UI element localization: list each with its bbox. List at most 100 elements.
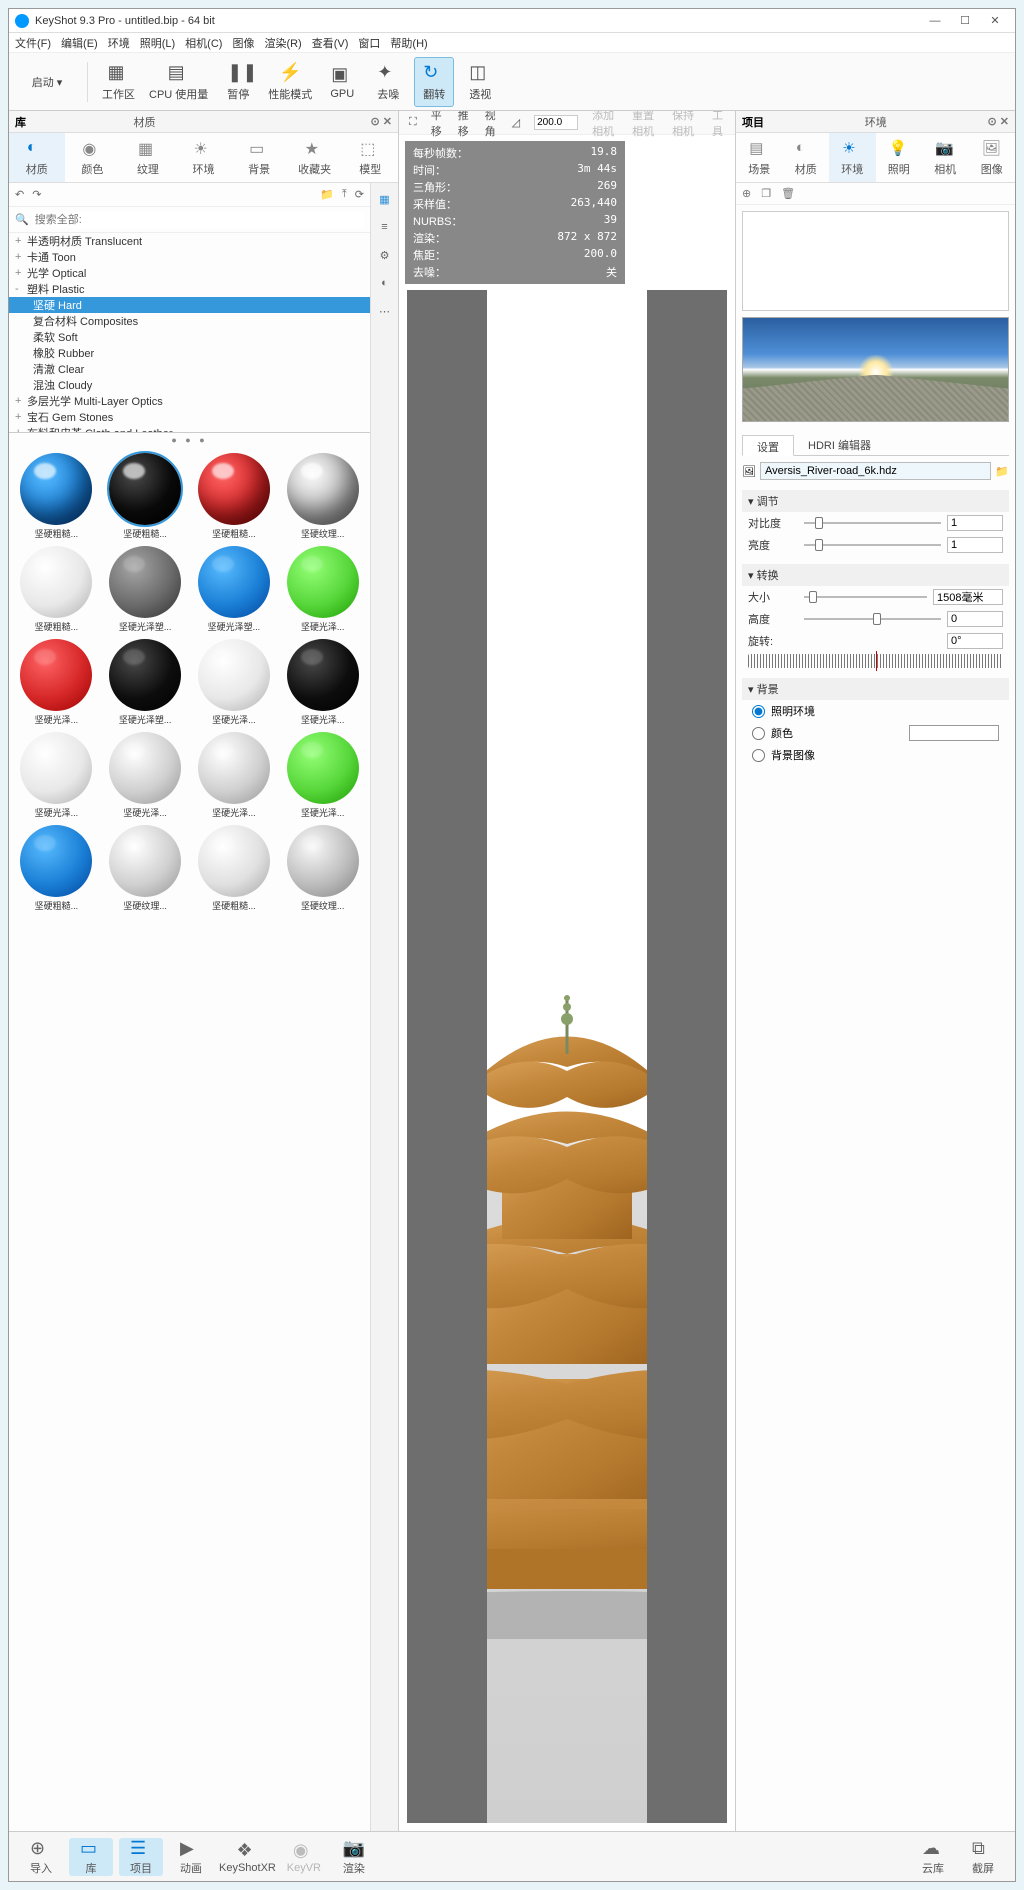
tree-item[interactable]: 柔软 Soft bbox=[9, 329, 370, 345]
menu-item[interactable]: 窗口 bbox=[358, 35, 380, 51]
tree-item[interactable]: +光学 Optical bbox=[9, 265, 370, 281]
bottom-proj[interactable]: ☰项目 bbox=[119, 1838, 163, 1876]
search-input[interactable] bbox=[33, 212, 364, 228]
section-adjust[interactable]: ▾ 调节 bbox=[742, 490, 1009, 512]
material-swatch[interactable]: 坚硬光泽塑... bbox=[193, 546, 276, 633]
material-swatch[interactable]: 坚硬粗糙... bbox=[15, 546, 98, 633]
ribbon-cpu[interactable]: ▤CPU 使用量 bbox=[145, 57, 212, 107]
material-swatch[interactable]: 坚硬光泽... bbox=[193, 732, 276, 819]
render-view[interactable] bbox=[407, 290, 727, 1823]
material-swatch[interactable]: 坚硬纹理... bbox=[281, 453, 364, 540]
tree-item[interactable]: +宝石 Gem Stones bbox=[9, 409, 370, 425]
tree-item[interactable]: +半透明材质 Translucent bbox=[9, 233, 370, 249]
fov-input[interactable] bbox=[534, 115, 578, 130]
refresh-icon[interactable]: ⟳ bbox=[355, 188, 364, 201]
bg-opt-image[interactable]: 背景图像 bbox=[742, 744, 1009, 766]
rotation-ruler[interactable] bbox=[748, 654, 1003, 668]
maximize-button[interactable]: ☐ bbox=[951, 12, 979, 30]
tree-item[interactable]: +布料和皮革 Cloth and Leather bbox=[9, 425, 370, 433]
tree-item[interactable]: 坚硬 Hard bbox=[9, 297, 370, 313]
menu-item[interactable]: 照明(L) bbox=[140, 35, 175, 51]
proj-tab[interactable]: 💡照明 bbox=[876, 133, 923, 182]
ribbon-pause[interactable]: ❚❚暂停 bbox=[218, 57, 258, 107]
material-swatch[interactable]: 坚硬粗糙... bbox=[15, 825, 98, 912]
menu-item[interactable]: 文件(F) bbox=[15, 35, 51, 51]
import-icon[interactable]: ⤒ bbox=[342, 188, 347, 201]
menu-item[interactable]: 环境 bbox=[108, 35, 130, 51]
lib-tab[interactable]: ◉颜色 bbox=[65, 133, 121, 182]
menu-item[interactable]: 渲染(R) bbox=[264, 35, 301, 51]
material-swatch[interactable]: 坚硬光泽... bbox=[281, 732, 364, 819]
add-env-icon[interactable]: ⊕ bbox=[742, 187, 751, 200]
tree-item[interactable]: +卡通 Toon bbox=[9, 249, 370, 265]
grid-view-icon[interactable]: ▦ bbox=[375, 189, 395, 209]
ribbon-persp[interactable]: ◫透视 bbox=[460, 57, 500, 107]
menu-item[interactable]: 查看(V) bbox=[312, 35, 349, 51]
lib-tab[interactable]: ⬚模型 bbox=[342, 133, 398, 182]
ribbon-bolt[interactable]: ⚡性能模式 bbox=[264, 57, 316, 107]
proj-tab[interactable]: ☀环境 bbox=[829, 133, 876, 182]
bottom-lib[interactable]: ▭库 bbox=[69, 1838, 113, 1876]
browse-icon[interactable]: 📁 bbox=[995, 465, 1009, 478]
menu-item[interactable]: 编辑(E) bbox=[61, 35, 98, 51]
material-swatch[interactable]: 坚硬光泽... bbox=[281, 546, 364, 633]
bottom-import[interactable]: ⊕导入 bbox=[19, 1838, 63, 1876]
environment-list[interactable] bbox=[742, 211, 1009, 311]
ribbon-chip[interactable]: ▣GPU bbox=[322, 57, 362, 107]
material-swatch-grid[interactable]: 坚硬粗糙...坚硬粗糙...坚硬粗糙...坚硬纹理...坚硬粗糙...坚硬光泽塑… bbox=[9, 447, 370, 1831]
tree-item[interactable]: +多层光学 Multi-Layer Optics bbox=[9, 393, 370, 409]
close-button[interactable]: ✕ bbox=[981, 12, 1009, 30]
more-icon[interactable]: ⋯ bbox=[375, 301, 395, 321]
del-icon[interactable]: 🗑 bbox=[781, 187, 795, 200]
subtab-hdri[interactable]: HDRI 编辑器 bbox=[794, 434, 885, 455]
gear-icon[interactable]: ⚙ bbox=[375, 245, 395, 265]
material-swatch[interactable]: 坚硬粗糙... bbox=[193, 453, 276, 540]
minimize-button[interactable]: — bbox=[921, 12, 949, 30]
forward-icon[interactable]: ↷ bbox=[32, 188, 41, 201]
back-icon[interactable]: ↶ bbox=[15, 188, 24, 201]
ribbon-flip[interactable]: ↻翻转 bbox=[414, 57, 454, 107]
hdri-file-input[interactable] bbox=[760, 462, 991, 480]
ribbon-grid[interactable]: ▦工作区 bbox=[98, 57, 139, 107]
bg-opt-color[interactable]: 颜色 bbox=[742, 722, 1009, 744]
material-swatch[interactable]: 坚硬光泽... bbox=[281, 639, 364, 726]
height-input[interactable] bbox=[947, 611, 1003, 627]
lib-tab[interactable]: ☀环境 bbox=[176, 133, 232, 182]
material-swatch[interactable]: 坚硬粗糙... bbox=[104, 453, 187, 540]
material-swatch[interactable]: 坚硬光泽塑... bbox=[104, 546, 187, 633]
brightness-input[interactable] bbox=[947, 537, 1003, 553]
lib-tab[interactable]: ◐材质 bbox=[9, 133, 65, 182]
section-transform[interactable]: ▾ 转换 bbox=[742, 564, 1009, 586]
subtab-settings[interactable]: 设置 bbox=[742, 435, 794, 456]
vp-pan[interactable]: 平移 bbox=[431, 111, 444, 139]
vp-dolly[interactable]: 推移 bbox=[458, 111, 471, 139]
proj-tab[interactable]: ◐材质 bbox=[783, 133, 830, 182]
material-swatch[interactable]: 坚硬光泽... bbox=[193, 639, 276, 726]
slider-icon[interactable]: ◐ bbox=[375, 273, 395, 293]
list-view-icon[interactable]: ≡ bbox=[375, 217, 395, 237]
bottom-xr[interactable]: ❖KeyShotXR bbox=[219, 1840, 276, 1874]
material-swatch[interactable]: 坚硬光泽塑... bbox=[104, 639, 187, 726]
menu-item[interactable]: 图像 bbox=[232, 35, 254, 51]
menu-item[interactable]: 帮助(H) bbox=[390, 35, 427, 51]
bg-color-chip[interactable] bbox=[909, 725, 999, 741]
proj-tab[interactable]: 🖼图像 bbox=[969, 133, 1016, 182]
material-swatch[interactable]: 坚硬光泽... bbox=[104, 732, 187, 819]
bottom-shot[interactable]: ⧉截屏 bbox=[961, 1838, 1005, 1876]
contrast-slider[interactable] bbox=[804, 516, 941, 530]
material-swatch[interactable]: 坚硬纹理... bbox=[281, 825, 364, 912]
material-swatch[interactable]: 坚硬纹理... bbox=[104, 825, 187, 912]
ribbon-denoise[interactable]: ✦去噪 bbox=[368, 57, 408, 107]
tree-item[interactable]: 橡胶 Rubber bbox=[9, 345, 370, 361]
material-tree[interactable]: +半透明材质 Translucent+卡通 Toon+光学 Optical-塑料… bbox=[9, 233, 370, 433]
material-swatch[interactable]: 坚硬光泽... bbox=[15, 732, 98, 819]
pagoda-model[interactable] bbox=[487, 989, 647, 1639]
menu-item[interactable]: 相机(C) bbox=[185, 35, 222, 51]
fullscreen-icon[interactable]: ⛶ bbox=[409, 116, 417, 129]
tree-item[interactable]: 混浊 Cloudy bbox=[9, 377, 370, 393]
material-swatch[interactable]: 坚硬粗糙... bbox=[193, 825, 276, 912]
lib-tab[interactable]: ▦纹理 bbox=[120, 133, 176, 182]
section-background[interactable]: ▾ 背景 bbox=[742, 678, 1009, 700]
pin-icon[interactable]: ⊙ ✕ bbox=[371, 115, 393, 128]
tree-item[interactable]: 清澈 Clear bbox=[9, 361, 370, 377]
